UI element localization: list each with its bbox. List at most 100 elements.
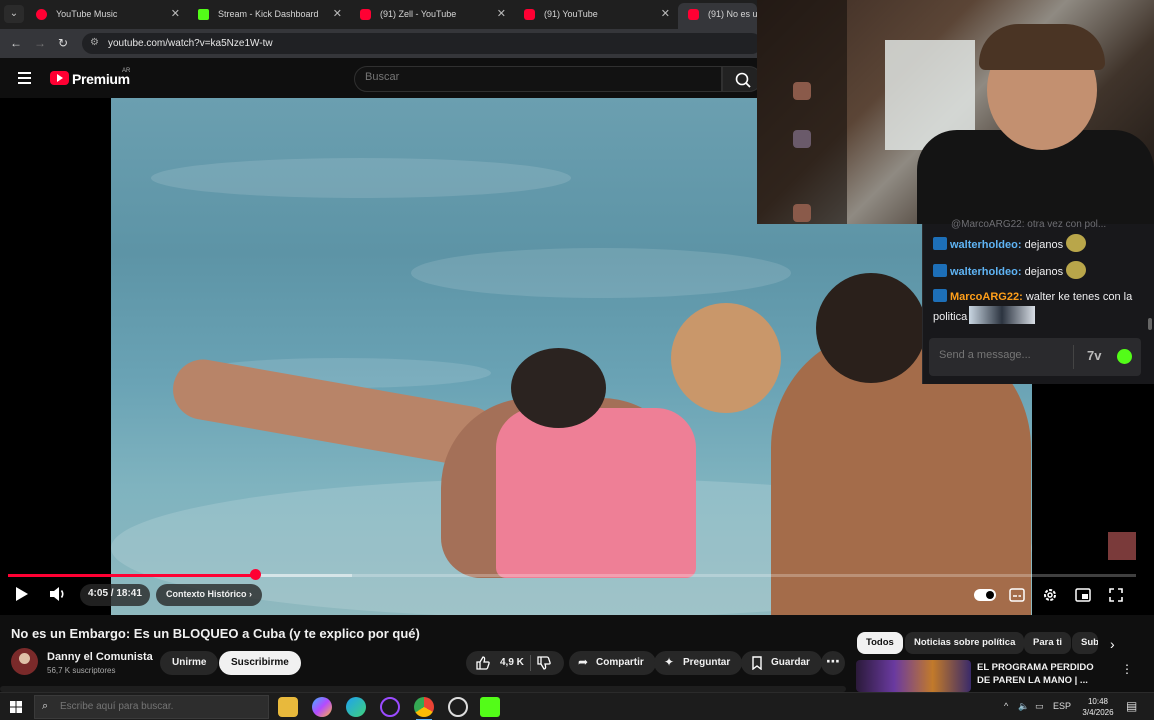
chevron-right-icon[interactable]: › xyxy=(1110,636,1115,652)
shelf-box xyxy=(793,130,811,148)
channel-avatar[interactable] xyxy=(11,648,38,675)
like-divider xyxy=(530,655,531,671)
search-button[interactable] xyxy=(722,66,762,92)
bookmark-icon xyxy=(752,656,762,670)
close-tab-icon[interactable]: ✕ xyxy=(333,7,342,20)
chip-for-you[interactable]: Para ti xyxy=(1024,632,1072,654)
time-display: 4:05 / 18:41 xyxy=(80,584,150,606)
youtube-music-icon xyxy=(36,9,47,20)
fullscreen-icon[interactable] xyxy=(1109,588,1123,602)
miniplayer-icon[interactable] xyxy=(1075,588,1091,602)
more-vertical-icon[interactable]: ⋮ xyxy=(1121,662,1133,676)
tab-youtube-music[interactable]: YouTube Music ✕ xyxy=(26,3,186,26)
settings-gear-icon[interactable] xyxy=(1042,587,1058,603)
kick-icon xyxy=(198,9,209,20)
progress-bar[interactable] xyxy=(8,569,1136,580)
chapter-button[interactable]: Contexto Histórico › xyxy=(156,584,263,606)
chip-all[interactable]: Todos xyxy=(857,632,903,654)
chat-input-box[interactable]: 7v xyxy=(929,338,1141,376)
keyboard-language[interactable]: ESP xyxy=(1053,701,1071,711)
subscribe-button[interactable]: Suscribirme xyxy=(219,651,301,675)
back-arrow-icon[interactable]: ← xyxy=(10,36,22,50)
dark-hair xyxy=(511,348,606,428)
emote-image-icon xyxy=(969,306,1036,324)
more-actions-icon[interactable]: ⋯ xyxy=(821,651,845,675)
share-arrow-icon: ➦ xyxy=(578,655,589,669)
close-tab-icon[interactable]: ✕ xyxy=(171,7,180,20)
obs-icon[interactable] xyxy=(380,697,400,717)
chrome-icon[interactable] xyxy=(414,697,434,720)
youtube-icon xyxy=(688,9,699,20)
save-button[interactable]: Guardar xyxy=(741,651,822,675)
chat-username[interactable]: walterholdeo: xyxy=(950,266,1022,278)
dislike-button[interactable] xyxy=(532,651,562,675)
chapter-title: Contexto Histórico xyxy=(166,589,247,599)
search-icon: ⌕ xyxy=(42,700,49,712)
search-input[interactable] xyxy=(365,71,705,83)
channel-name[interactable]: Danny el Comunista xyxy=(47,651,153,663)
video-title: No es un Embargo: Es un BLOQUEO a Cuba (… xyxy=(11,626,420,641)
menu-icon[interactable] xyxy=(18,72,31,84)
edge-icon[interactable] xyxy=(346,697,366,717)
progress-scrubber[interactable] xyxy=(250,569,262,580)
chip-politics-news[interactable]: Noticias sobre política xyxy=(905,632,1025,654)
taskbar-clock[interactable]: 10:48 3/4/2026 xyxy=(1078,696,1118,718)
chat-scrollbar[interactable] xyxy=(1148,318,1152,330)
speaker-icon[interactable]: 🔈 xyxy=(1018,701,1029,712)
chat-message: walterholdeo: dejanos xyxy=(933,234,1141,254)
tray-chevron-icon[interactable]: ^ xyxy=(1004,701,1008,711)
youtube-icon xyxy=(524,9,535,20)
app-icon[interactable] xyxy=(448,697,468,717)
youtube-logo-icon[interactable] xyxy=(50,71,69,85)
copilot-icon[interactable] xyxy=(312,697,332,717)
channel-watermark[interactable] xyxy=(1108,532,1136,560)
site-info-icon[interactable]: ⚙ xyxy=(90,37,99,48)
forward-arrow-icon[interactable]: → xyxy=(34,36,46,50)
windows-start-icon[interactable] xyxy=(10,701,22,713)
recommendation-thumbnail[interactable] xyxy=(856,660,971,692)
chat-input-divider xyxy=(1073,345,1074,369)
chip-subscriptions[interactable]: Sub xyxy=(1072,632,1098,654)
notifications-icon[interactable]: ▤ xyxy=(1126,699,1137,713)
autoplay-toggle[interactable] xyxy=(974,589,996,601)
tab-current-video[interactable]: (91) No es un Em xyxy=(678,3,757,29)
ask-button[interactable]: ✦ Preguntar xyxy=(654,651,743,675)
tab-zell-youtube[interactable]: (91) Zell - YouTube ✕ xyxy=(350,3,512,26)
kick-icon[interactable] xyxy=(480,697,500,717)
emoji-picker-icon[interactable] xyxy=(1117,349,1132,364)
tab-kick-dashboard[interactable]: Stream - Kick Dashboard ✕ xyxy=(188,3,348,26)
thumbs-up-icon xyxy=(476,656,490,670)
chevron-right-icon: › xyxy=(249,589,253,599)
chat-message: walterholdeo: dejanos xyxy=(933,261,1141,281)
close-tab-icon[interactable]: ✕ xyxy=(497,7,506,20)
subscriber-count: 56,7 K suscriptores xyxy=(47,666,116,675)
search-bar[interactable] xyxy=(354,66,722,92)
share-button[interactable]: ➦ Compartir xyxy=(569,651,656,675)
emote-icon xyxy=(1066,261,1087,279)
taskbar-search[interactable]: ⌕ xyxy=(34,695,269,719)
chat-username[interactable]: walterholdeo: xyxy=(950,239,1022,251)
chat-message-input[interactable] xyxy=(939,349,1069,361)
tab-search-chevron-icon[interactable]: ⌄ xyxy=(4,5,24,23)
tab-title: (91) No es un Em xyxy=(708,9,757,19)
tab-title: Stream - Kick Dashboard xyxy=(218,9,319,19)
region-code: AR xyxy=(122,68,131,74)
address-bar[interactable]: ⚙ youtube.com/watch?v=ka5Nze1W-tw xyxy=(82,33,762,54)
recommendation-title[interactable]: EL PROGRAMA PERDIDO DE PAREN LA MANO | .… xyxy=(977,661,1107,687)
reload-icon[interactable]: ↻ xyxy=(58,36,68,50)
tab-title: YouTube Music xyxy=(56,9,118,19)
taskbar-search-input[interactable] xyxy=(60,701,260,712)
network-icon[interactable]: ▭ xyxy=(1035,701,1044,712)
file-explorer-icon[interactable] xyxy=(278,697,298,717)
join-button[interactable]: Unirme xyxy=(160,651,219,675)
chat-username[interactable]: MarcoARG22: xyxy=(950,291,1023,303)
subtitles-icon[interactable] xyxy=(1009,588,1025,602)
volume-icon[interactable] xyxy=(48,585,68,603)
close-tab-icon[interactable]: ✕ xyxy=(661,7,670,20)
tab-youtube[interactable]: (91) YouTube ✕ xyxy=(514,3,676,26)
chat-text: dejanos xyxy=(1024,239,1064,251)
url-text[interactable]: youtube.com/watch?v=ka5Nze1W-tw xyxy=(108,38,273,49)
7tv-emote-icon[interactable]: 7v xyxy=(1087,348,1101,363)
straw-hat xyxy=(671,303,781,413)
play-icon[interactable] xyxy=(14,585,30,603)
